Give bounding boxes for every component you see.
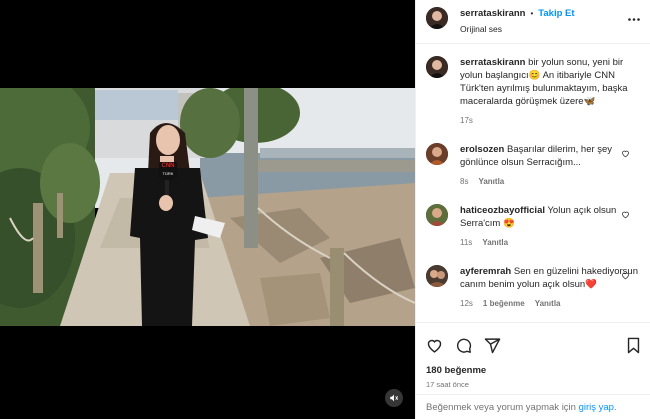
login-suffix: .: [613, 402, 617, 413]
comments-list[interactable]: serrataskirann bir yolun sonu, yeni bir …: [416, 44, 650, 322]
follow-button[interactable]: Takip Et: [538, 7, 574, 20]
cnn-mic-logo: CNN TÜRK: [159, 162, 177, 178]
comment-age[interactable]: 8s: [460, 175, 468, 188]
login-prompt: Beğenmek veya yorum yapmak için giriş ya…: [416, 394, 650, 419]
cnn-logo-text: CNN: [161, 163, 175, 169]
list-item: ayferemrah Sen en güzelini hakediyorsun …: [426, 265, 640, 310]
video-player[interactable]: CNN TÜRK: [0, 88, 415, 326]
caption-username[interactable]: serrataskirann: [460, 57, 525, 68]
list-item: haticeozbayofficial Yolun açık olsun Ser…: [426, 204, 640, 249]
heart-icon[interactable]: [621, 210, 630, 221]
bookmark-icon[interactable]: [626, 337, 641, 354]
avatar[interactable]: [426, 7, 448, 29]
caption-age[interactable]: 17s: [460, 114, 473, 127]
username[interactable]: serrataskirann: [460, 7, 525, 20]
login-link[interactable]: giriş yap: [579, 402, 614, 413]
heart-icon[interactable]: [621, 149, 630, 160]
reply-button[interactable]: Yanıtla: [482, 236, 508, 249]
post-header: serrataskirann • Takip Et Orijinal ses: [416, 0, 650, 44]
cnn-logo-sub: TÜRK: [162, 171, 174, 176]
login-prefix: Beğenmek veya yorum yapmak için: [426, 402, 579, 413]
post-time[interactable]: 17 saat önce: [426, 380, 641, 389]
comment-likes[interactable]: 1 beğenme: [483, 297, 525, 310]
comment-username[interactable]: erolsozen: [460, 144, 504, 155]
avatar[interactable]: [426, 143, 448, 165]
media-panel[interactable]: CNN TÜRK: [0, 0, 415, 419]
avatar[interactable]: [426, 265, 448, 287]
comment-icon[interactable]: [455, 337, 472, 354]
post-side-panel: serrataskirann • Takip Et Orijinal ses s…: [415, 0, 650, 419]
list-item: erolsozen Başarılar dilerim, her şey gön…: [426, 143, 640, 188]
avatar[interactable]: [426, 56, 448, 78]
separator-dot: •: [530, 9, 534, 18]
heart-icon[interactable]: [621, 271, 630, 282]
post-actions: 180 beğenme 17 saat önce: [416, 322, 650, 389]
caption: serrataskirann bir yolun sonu, yeni bir …: [426, 56, 640, 127]
avatar[interactable]: [426, 204, 448, 226]
more-icon[interactable]: [628, 13, 640, 23]
reply-button[interactable]: Yanıtla: [478, 175, 504, 188]
share-icon[interactable]: [484, 337, 501, 354]
comment-username[interactable]: haticeozbayofficial: [460, 205, 545, 216]
audio-label[interactable]: Orijinal ses: [460, 23, 575, 36]
comment-username[interactable]: ayferemrah: [460, 266, 511, 277]
reply-button[interactable]: Yanıtla: [535, 297, 561, 310]
likes-count[interactable]: 180 beğenme: [426, 365, 641, 376]
comment-age[interactable]: 11s: [460, 236, 472, 249]
video-frame-image: [0, 88, 415, 326]
speaker-icon: [389, 393, 399, 403]
mute-button[interactable]: [385, 389, 403, 407]
heart-icon[interactable]: [426, 337, 443, 354]
comment-age[interactable]: 12s: [460, 297, 473, 310]
